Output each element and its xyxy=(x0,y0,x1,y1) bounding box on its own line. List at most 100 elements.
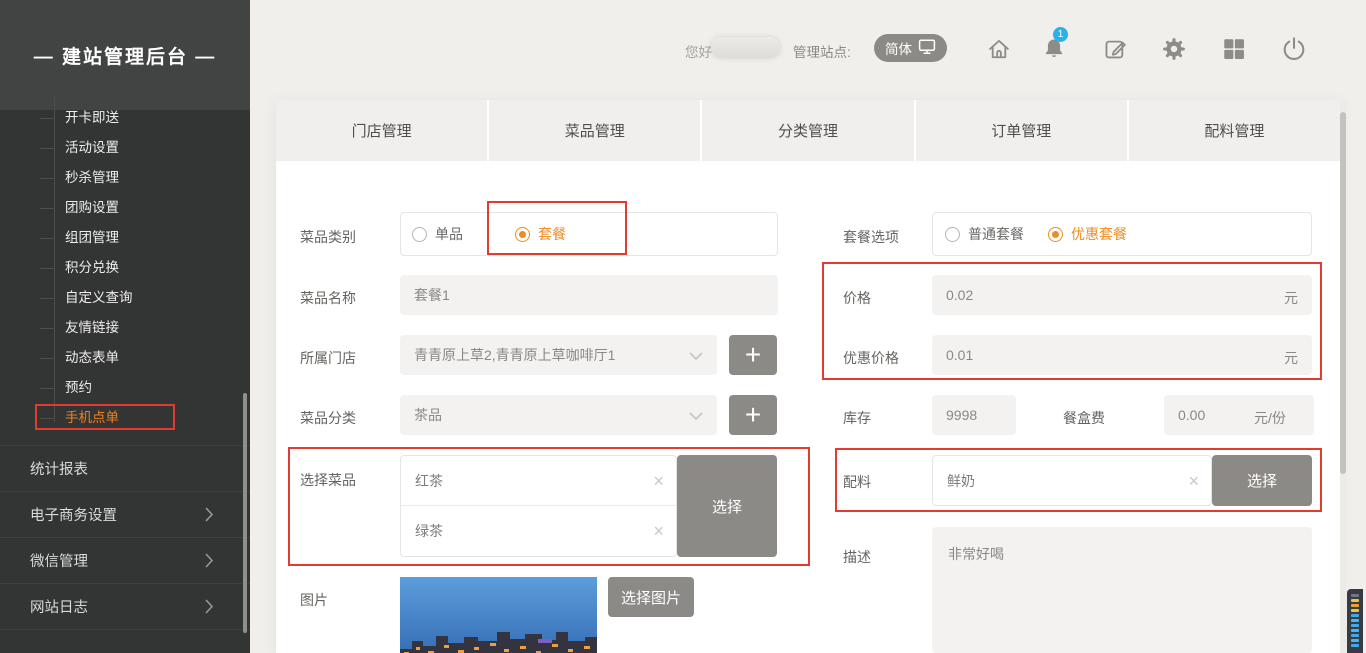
store-select[interactable]: 青青原上草2,青青原上草咖啡厅1 xyxy=(400,335,717,375)
sidebar-section-stats[interactable]: 统计报表 xyxy=(0,445,250,491)
username-redacted xyxy=(711,37,780,58)
tab-dish-manage[interactable]: 菜品管理 xyxy=(487,100,700,161)
corner-widget xyxy=(1347,589,1363,653)
sidebar-header: — 建站管理后台 — xyxy=(0,0,250,110)
radio-single-dish[interactable]: 单品 xyxy=(412,224,463,244)
edit-icon[interactable] xyxy=(1103,36,1129,62)
dish-classify-label: 菜品分类 xyxy=(300,408,356,428)
box-fee-unit: 元/份 xyxy=(1254,408,1286,428)
dish-classify-value: 茶品 xyxy=(414,405,442,425)
remove-dish-icon[interactable]: × xyxy=(653,522,664,540)
chevron-right-icon xyxy=(205,599,214,618)
select-ingredient-button[interactable]: 选择 xyxy=(1212,455,1312,506)
sidebar-section-ecommerce[interactable]: 电子商务设置 xyxy=(0,491,250,537)
radio-single-label: 单品 xyxy=(435,224,463,244)
selected-dish-row: 绿茶 × xyxy=(401,506,676,556)
add-classify-button[interactable]: + xyxy=(729,395,777,435)
chevron-right-icon xyxy=(205,553,214,572)
sidebar-section-label: 微信管理 xyxy=(30,550,88,571)
tab-order-manage[interactable]: 订单管理 xyxy=(914,100,1127,161)
sidebar-item-links[interactable]: 友情链接 xyxy=(0,313,250,343)
price-unit: 元 xyxy=(1284,288,1298,308)
dish-photo xyxy=(400,577,597,653)
add-store-button[interactable]: + xyxy=(729,335,777,375)
selected-dishes-list: 红茶 × 绿茶 × xyxy=(400,455,677,557)
sidebar-item-card-gift[interactable]: 开卡即送 xyxy=(0,103,250,133)
notification-badge: 1 xyxy=(1053,27,1068,42)
dish-name-input[interactable] xyxy=(400,275,778,315)
discount-price-unit: 元 xyxy=(1284,348,1298,368)
discount-price-label: 优惠价格 xyxy=(843,348,899,368)
sidebar-scrollbar[interactable] xyxy=(243,393,247,633)
sidebar-item-dynamic-form[interactable]: 动态表单 xyxy=(0,343,250,373)
tab-ingredient-manage[interactable]: 配料管理 xyxy=(1127,100,1340,161)
sidebar-item-reservation[interactable]: 预约 xyxy=(0,373,250,403)
ingredient-label: 配料 xyxy=(843,472,871,492)
description-textarea[interactable]: 非常好喝 xyxy=(932,527,1312,653)
logout-power-icon[interactable] xyxy=(1281,36,1307,62)
radio-combo-label: 套餐 xyxy=(538,224,566,244)
dish-category-group: 单品 套餐 xyxy=(400,212,778,256)
radio-combo-dish[interactable]: 套餐 xyxy=(515,224,566,244)
language-switch-button[interactable]: 简体 xyxy=(874,34,947,62)
home-icon[interactable] xyxy=(986,36,1012,62)
description-label: 描述 xyxy=(843,547,871,567)
sidebar-item-activity[interactable]: 活动设置 xyxy=(0,133,250,163)
price-input[interactable] xyxy=(932,275,1312,315)
chevron-right-icon xyxy=(205,507,214,526)
remove-ingredient-icon[interactable]: × xyxy=(1188,472,1199,490)
dish-category-label: 菜品类别 xyxy=(300,227,356,247)
radio-normal-combo[interactable]: 普通套餐 xyxy=(945,224,1024,244)
tab-store-manage[interactable]: 门店管理 xyxy=(276,100,487,161)
chevron-down-icon xyxy=(689,347,703,363)
radio-selected-icon[interactable] xyxy=(515,227,530,242)
greeting-text: 您好 xyxy=(685,41,712,61)
dish-name-label: 菜品名称 xyxy=(300,288,356,308)
radio-discount-combo[interactable]: 优惠套餐 xyxy=(1048,224,1127,244)
chevron-down-icon xyxy=(689,407,703,423)
apps-grid-icon[interactable] xyxy=(1221,36,1247,62)
sidebar-item-custom-query[interactable]: 自定义查询 xyxy=(0,283,250,313)
radio-selected-icon[interactable] xyxy=(1048,227,1063,242)
combo-option-label: 套餐选项 xyxy=(843,227,899,247)
combo-option-group: 普通套餐 优惠套餐 xyxy=(932,212,1312,256)
sidebar-section-label: 网站日志 xyxy=(30,596,88,617)
dish-classify-select[interactable]: 茶品 xyxy=(400,395,717,435)
image-label: 图片 xyxy=(300,590,328,610)
discount-price-input[interactable] xyxy=(932,335,1312,375)
store-select-value: 青青原上草2,青青原上草咖啡厅1 xyxy=(414,345,615,365)
page-title: — 建站管理后台 — xyxy=(34,42,217,69)
sidebar-item-groupbuy[interactable]: 团购设置 xyxy=(0,193,250,223)
tab-category-manage[interactable]: 分类管理 xyxy=(700,100,913,161)
sidebar-section-wechat[interactable]: 微信管理 xyxy=(0,537,250,583)
ingredient-field: 鲜奶 × xyxy=(932,455,1212,506)
select-dishes-button[interactable]: 选择 xyxy=(677,455,777,557)
stock-input[interactable] xyxy=(932,395,1016,435)
tab-bar: 门店管理 菜品管理 分类管理 订单管理 配料管理 xyxy=(276,100,1340,161)
radio-circle-icon[interactable] xyxy=(945,227,960,242)
ingredient-value: 鲜奶 xyxy=(947,471,975,491)
radio-circle-icon[interactable] xyxy=(412,227,427,242)
main-panel: 门店管理 菜品管理 分类管理 订单管理 配料管理 菜品类别 单品 套餐 菜品名称… xyxy=(276,100,1340,653)
sidebar-item-seckill[interactable]: 秒杀管理 xyxy=(0,163,250,193)
select-image-button[interactable]: 选择图片 xyxy=(608,577,694,617)
selected-dish-name: 绿茶 xyxy=(415,521,443,541)
monitor-icon xyxy=(918,38,936,58)
selected-dish-row: 红茶 × xyxy=(401,456,676,506)
site-label: 管理站点: xyxy=(793,41,851,61)
stock-label: 库存 xyxy=(843,408,871,428)
select-dishes-label: 选择菜品 xyxy=(300,470,356,490)
screen: — 建站管理后台 — 开卡即送 活动设置 秒杀管理 团购设置 组团管理 积分兑换… xyxy=(0,0,1366,653)
price-label: 价格 xyxy=(843,288,871,308)
box-fee-label: 餐盒费 xyxy=(1063,408,1105,428)
sidebar-section-site-log[interactable]: 网站日志 xyxy=(0,583,250,629)
box-fee-input[interactable] xyxy=(1164,395,1314,435)
page-scrollbar-thumb[interactable] xyxy=(1340,112,1346,474)
remove-dish-icon[interactable]: × xyxy=(653,472,664,490)
sidebar-item-group-manage[interactable]: 组团管理 xyxy=(0,223,250,253)
chevron-right-icon xyxy=(205,461,214,480)
radio-normal-combo-label: 普通套餐 xyxy=(968,224,1024,244)
settings-gear-icon[interactable] xyxy=(1161,36,1187,62)
sidebar-item-mobile-order[interactable]: 手机点单 xyxy=(0,403,250,433)
sidebar-item-points[interactable]: 积分兑换 xyxy=(0,253,250,283)
